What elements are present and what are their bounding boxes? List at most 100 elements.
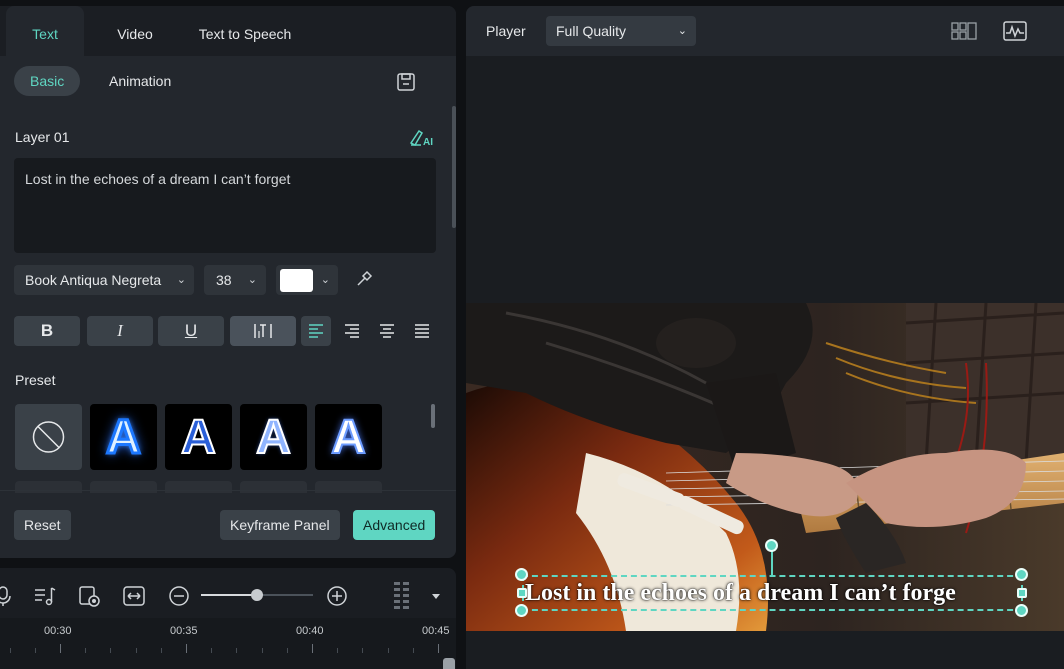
text-content-input[interactable]: Lost in the echoes of a dream I can’t fo… [14, 158, 436, 253]
preset-row-partial[interactable] [90, 481, 157, 493]
rotation-handle[interactable] [765, 539, 778, 552]
preset-label: Preset [15, 372, 56, 388]
player-panel: Player Full Quality ⌄ Lost in the echoes… [466, 6, 1064, 669]
font-size-value: 38 [216, 272, 232, 288]
resize-handle-bottom-left[interactable] [515, 604, 528, 617]
quality-select[interactable]: Full Quality ⌄ [546, 16, 696, 46]
resize-handle-top-right[interactable] [1015, 568, 1028, 581]
ruler-label: 00:40 [296, 625, 324, 637]
advanced-button[interactable]: Advanced [353, 510, 436, 540]
resize-handle-top-left[interactable] [515, 568, 528, 581]
fit-icon[interactable] [122, 584, 146, 608]
ruler-label: 00:35 [170, 625, 198, 637]
ruler-tick [412, 648, 414, 653]
align-left-button[interactable] [301, 316, 331, 346]
zoom-slider-fill [201, 594, 257, 596]
ruler-tick [186, 644, 187, 653]
zoom-in-icon[interactable] [325, 584, 349, 608]
reset-button[interactable]: Reset [14, 510, 71, 540]
player-toolbar: Player Full Quality ⌄ [466, 6, 1064, 56]
preset-glyph: A [255, 410, 292, 465]
italic-button[interactable]: I [87, 316, 153, 346]
font-size-select[interactable]: 38 ⌄ [204, 265, 266, 295]
font-family-value: Book Antiqua Negreta [25, 272, 162, 288]
clip-record-icon[interactable] [77, 584, 101, 608]
text-spacing-button[interactable] [230, 316, 296, 346]
ruler-tick [211, 648, 213, 653]
rotation-handle-line [771, 549, 773, 575]
ruler-tick [60, 644, 61, 653]
grip-icon[interactable] [390, 580, 414, 612]
grid-view-icon[interactable] [950, 20, 978, 42]
zoom-slider-thumb[interactable] [251, 589, 263, 601]
ai-edit-icon[interactable]: AI [409, 127, 435, 147]
resize-handle-right[interactable] [1017, 588, 1027, 598]
preset-glyph: A [330, 410, 367, 465]
svg-text:AI: AI [423, 137, 433, 147]
color-swatch[interactable] [280, 269, 313, 292]
caption-text[interactable]: Lost in the echoes of a dream I can’t fo… [522, 575, 1022, 611]
ruler-tick [110, 648, 112, 653]
preset-blue-glow[interactable]: A [90, 404, 157, 470]
chevron-down-icon: ⌄ [677, 25, 687, 37]
tab-text[interactable]: Text [6, 6, 84, 56]
chevron-down-icon: ⌄ [320, 274, 330, 286]
subtab-animation[interactable]: Animation [93, 66, 187, 96]
caret-down-icon[interactable] [424, 584, 448, 608]
ruler-tick [286, 648, 288, 653]
panel-scrollbar[interactable] [452, 106, 456, 228]
preset-glyph: A [105, 410, 143, 466]
ruler-tick [85, 648, 87, 653]
ruler-tick [135, 648, 137, 653]
keyframe-panel-button[interactable]: Keyframe Panel [220, 510, 340, 540]
music-note-icon[interactable] [32, 584, 56, 608]
ruler-label: 00:30 [44, 625, 72, 637]
preset-row-partial[interactable] [240, 481, 307, 493]
chevron-down-icon: ⌄ [247, 274, 257, 286]
tab-video[interactable]: Video [100, 6, 170, 56]
font-family-select[interactable]: Book Antiqua Negreta ⌄ [14, 265, 194, 295]
preset-blue-outline[interactable]: A [240, 404, 307, 470]
ruler-tick [261, 648, 263, 653]
ruler-tick [362, 648, 364, 653]
timeline-ruler[interactable]: 00:30 00:35 00:40 00:45 [0, 618, 456, 669]
resize-handle-bottom-right[interactable] [1015, 604, 1028, 617]
align-justify-icon [415, 324, 429, 338]
no-preset-icon [32, 421, 65, 453]
tab-text-to-speech[interactable]: Text to Speech [185, 6, 305, 56]
align-center-button[interactable] [372, 316, 402, 346]
zoom-out-icon[interactable] [167, 584, 191, 608]
text-spacing-icon [254, 324, 272, 338]
ruler-tick [236, 648, 238, 653]
video-preview[interactable]: Lost in the echoes of a dream I can’t fo… [466, 303, 1064, 631]
ruler-tick [387, 648, 389, 653]
ruler-tick [438, 644, 439, 653]
preset-none[interactable] [15, 404, 82, 470]
waveform-scope-icon[interactable] [1001, 20, 1029, 42]
preset-row-partial[interactable] [315, 481, 382, 493]
preset-row-partial[interactable] [165, 481, 232, 493]
ruler-tick [9, 648, 11, 653]
quality-value: Full Quality [556, 23, 627, 39]
align-right-button[interactable] [337, 316, 367, 346]
underline-button[interactable]: U [158, 316, 224, 346]
subtab-basic[interactable]: Basic [14, 66, 81, 96]
save-preset-icon[interactable] [396, 72, 416, 92]
text-properties-panel: Text Video Text to Speech Basic Animatio… [0, 6, 456, 558]
align-left-icon [309, 324, 323, 338]
align-center-icon [380, 324, 394, 338]
ruler-tick [337, 648, 339, 653]
ruler-tick [34, 648, 36, 653]
eyedropper-icon[interactable] [355, 270, 373, 288]
preset-white-outline[interactable]: A [165, 404, 232, 470]
align-justify-button[interactable] [407, 316, 437, 346]
preset-row-partial[interactable] [15, 481, 82, 493]
preset-glyph: A [180, 410, 217, 465]
microphone-icon[interactable] [0, 584, 16, 608]
resize-handle-left[interactable] [517, 588, 527, 598]
preset-scrollbar[interactable] [431, 404, 435, 428]
bold-button[interactable]: B [14, 316, 80, 346]
zoom-slider[interactable] [201, 589, 313, 601]
playhead-handle[interactable] [443, 658, 455, 669]
preset-blue-soft-glow[interactable]: A [315, 404, 382, 470]
